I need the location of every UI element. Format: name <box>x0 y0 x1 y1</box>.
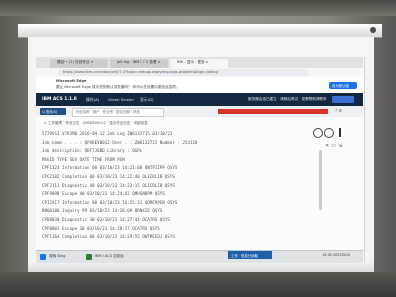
header-tip: 服务器会话已建立 · 请稍后再试 · 如需帮助请联系 <box>248 97 327 101</box>
windows-taskbar: 搜索 Bing IBM i ACS 控制台 <box>36 250 363 263</box>
taskbar-app[interactable]: IBM i ACS 控制台 <box>95 254 124 259</box>
log-line: RNQ0100 Inquiry 99 03/10/23 14:26:09 QRN… <box>42 208 163 214</box>
log-line: 5770SS1 V7R3M0 2016-04-12 Job Log ZW6132… <box>42 131 173 136</box>
header-action-button[interactable] <box>332 96 354 103</box>
menu-operations[interactable]: 操作(A) <box>86 97 99 103</box>
start-icon[interactable] <box>40 254 46 260</box>
alert-banner <box>218 109 328 114</box>
projector-screen-housing <box>18 24 382 38</box>
foreground-desk <box>0 272 396 297</box>
side-action-icons: ✕▭⇲ <box>325 143 344 149</box>
log-line: CPF1164 Completion 00 03/10/23 14:29:55 … <box>42 234 175 240</box>
log-line: CPF9898 Escape 40 03/10/23 14:24:02 QMHS… <box>42 191 165 197</box>
search-label: Q 查找(S) <box>42 110 58 114</box>
log-line: CPF0001 Escape 30 03/10/23 14:28:17 QCAT… <box>42 225 160 231</box>
menu-display[interactable]: 显示(D) <box>140 97 153 103</box>
browser-tab-bar: 题目一 (1) 在线作业 × Job log · IBM i 7.3 查看 × … <box>36 57 363 68</box>
breadcrumb: > 工作管理 · 作业日志 · QPADEV0012 · 显示作业日志 · 详细… <box>44 121 148 125</box>
pause-icon[interactable] <box>339 128 341 137</box>
housing-screw <box>370 27 376 33</box>
filter-text: 作业名称 · 用户 · 作业号 · 提交日期 · 状态 <box>76 110 140 114</box>
vertical-scrollbar[interactable] <box>319 150 322 210</box>
print-icon[interactable]: ▭ <box>331 143 338 149</box>
tab-label: 题目一 (1) 在线作业 × <box>57 60 94 64</box>
taskbar-notification-text: 工作 · 信息已读取 <box>231 254 258 258</box>
app-header-bar: IBM ACS 1.1.8 操作(A) Green Screen 显示(D) 服… <box>36 93 363 106</box>
notice-text: 要让 Microsoft Edge 成为您的默认浏览器吗？ 你可以在设置中更改此… <box>56 85 180 89</box>
browser-tab-3[interactable]: RDi - 显示 · 更多 × <box>170 59 228 68</box>
ceiling-edge <box>0 0 396 16</box>
log-line: MSGID TYPE SEV DATE TIME FROM PGM <box>42 156 125 162</box>
export-icon[interactable]: ⇲ <box>338 143 344 149</box>
log-line: CPI2417 Information 00 03/10/23 14:25:31… <box>42 199 178 205</box>
browser-tab-1[interactable]: 题目一 (1) 在线作业 × <box>50 59 108 68</box>
toolbar-icon-group: ? ⚙ <box>335 108 342 113</box>
set-default-label: 设为默认值 <box>332 84 349 88</box>
refresh-icon[interactable] <box>313 128 323 138</box>
default-browser-notice: Microsoft Edge 要让 Microsoft Edge 成为您的默认浏… <box>36 77 363 93</box>
log-line: Job name . . . : QPADEV0012 User . : ZW6… <box>42 139 198 145</box>
app-icon[interactable] <box>86 254 92 260</box>
app-brand: IBM ACS 1.1.8 <box>42 97 77 102</box>
system-tray-clock: 14:30 2023/3/10 <box>322 253 351 257</box>
tab-label: RDi - 显示 · 更多 × <box>177 60 209 64</box>
search-button[interactable]: Q 查找(S) <box>40 108 66 115</box>
log-line: Job description: QDFTJOBD Library : QGPL <box>42 148 143 154</box>
help-icon[interactable]: ? <box>335 108 337 113</box>
browser-tab-2[interactable]: Job log · IBM i 7.3 查看 × <box>110 59 168 68</box>
history-icon[interactable] <box>324 128 334 138</box>
log-line: CPD0030 Diagnostic 30 03/10/23 14:27:44 … <box>42 217 170 222</box>
settings-icon[interactable]: ⚙ <box>338 108 342 113</box>
log-line: CPF2111 Diagnostic 40 03/10/23 14:23:15 … <box>42 182 175 188</box>
notice-title: Microsoft Edge <box>56 79 87 83</box>
set-default-button[interactable]: 设为默认值 <box>329 82 357 89</box>
menu-green-screen[interactable]: Green Screen <box>108 97 134 102</box>
view-controls <box>313 128 347 138</box>
tab-label: Job log · IBM i 7.3 查看 × <box>117 60 161 64</box>
log-line: CPF1124 Information 00 03/10/23 14:21:08… <box>42 165 178 171</box>
log-line: CPC2102 Completion 00 03/10/23 14:22:40 … <box>42 174 175 179</box>
taskbar-search[interactable]: 搜索 Bing <box>49 254 65 259</box>
url-text: https://www.ibm.com/docs/zh/i/7.3?topic=… <box>63 70 218 74</box>
